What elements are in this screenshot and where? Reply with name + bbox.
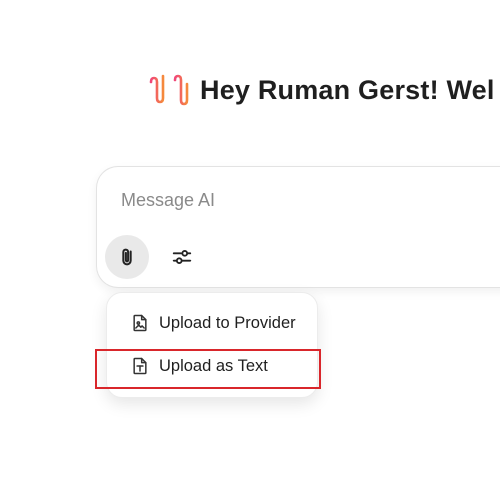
soundwave-logo-icon	[143, 72, 189, 106]
greeting-text: Hey Ruman Gerst! Wel	[200, 74, 495, 105]
menu-item-upload-as-text[interactable]: Upload as Text	[113, 346, 311, 386]
message-input[interactable]	[119, 185, 483, 215]
attach-menu: Upload to Provider Upload as Text	[106, 292, 318, 398]
sliders-icon	[172, 250, 192, 264]
file-text-icon	[129, 355, 151, 377]
menu-item-label: Upload to Provider	[159, 313, 296, 332]
chat-page: Hey Ruman Gerst! Wel Message AI Upload t…	[0, 0, 500, 494]
paperclip-icon	[122, 248, 132, 266]
settings-button[interactable]	[160, 235, 204, 279]
menu-item-upload-to-provider[interactable]: Upload to Provider	[113, 303, 311, 343]
greeting-header: Hey Ruman Gerst! Wel	[142, 66, 495, 114]
file-image-icon	[129, 312, 151, 334]
message-composer	[96, 166, 500, 288]
attach-button[interactable]	[105, 235, 149, 279]
menu-item-label: Upload as Text	[159, 356, 268, 375]
